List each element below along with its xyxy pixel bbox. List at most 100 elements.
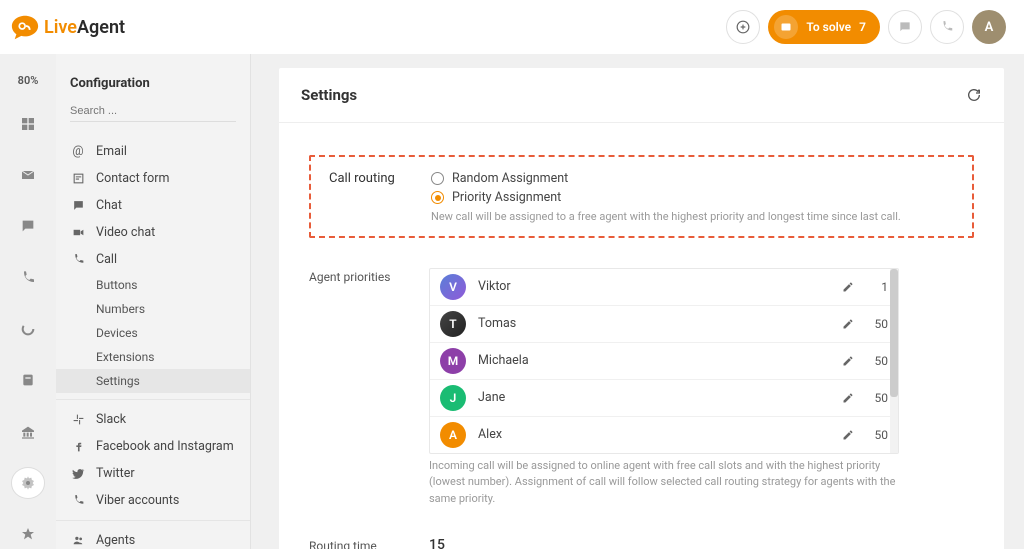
agent-avatar: T <box>440 311 466 337</box>
radio-priority[interactable]: Priority Assignment <box>431 190 901 205</box>
twitter-icon <box>70 467 86 480</box>
agent-name: Michaela <box>478 353 842 368</box>
add-button[interactable] <box>726 10 760 44</box>
agent-priorities-section: Agent priorities V Viktor 1 T Tomas 50 M Michae… <box>309 268 974 508</box>
content-area: Settings Call routing Random Assignment … <box>251 54 1024 549</box>
edit-icon[interactable] <box>842 392 854 404</box>
sidebar-label: Facebook and Instagram <box>96 439 234 454</box>
scrollbar[interactable] <box>890 269 898 453</box>
sidebar-label: Contact form <box>96 171 169 186</box>
viber-icon <box>70 494 86 507</box>
logo[interactable]: LiveAgent <box>10 13 125 41</box>
facebook-icon <box>70 440 86 453</box>
edit-icon[interactable] <box>842 281 854 293</box>
sidebar-item-call[interactable]: Call <box>56 246 250 273</box>
sidebar-label: Viber accounts <box>96 493 179 508</box>
nav-rail: 80% <box>0 54 56 549</box>
page-title: Settings <box>301 86 357 104</box>
agent-priority: 50 <box>864 317 888 331</box>
user-avatar[interactable]: A <box>972 10 1006 44</box>
slack-icon <box>70 413 86 426</box>
form-icon <box>70 172 86 185</box>
sidebar-title: Configuration <box>56 76 250 101</box>
sidebar-item-contact-form[interactable]: Contact form <box>56 165 250 192</box>
phone-icon <box>70 253 86 266</box>
agent-row[interactable]: T Tomas 50 <box>430 306 898 343</box>
at-icon: @ <box>70 144 86 159</box>
agent-name: Alex <box>478 427 842 442</box>
sidebar-sub-extensions[interactable]: Extensions <box>56 345 250 369</box>
phone-top-icon[interactable] <box>930 10 964 44</box>
agent-name: Tomas <box>478 316 842 331</box>
routing-time-value[interactable]: 15 <box>429 537 899 549</box>
logo-icon <box>10 13 40 41</box>
rail-settings-icon[interactable] <box>12 468 44 497</box>
agent-list: VViktor1TTomas50MMichaela50JJane50AAlex5… <box>429 268 899 454</box>
sidebar-label: Twitter <box>96 466 135 481</box>
sidebar-sub-label: Numbers <box>96 302 145 316</box>
agent-row[interactable]: MMichaela50 <box>430 343 898 380</box>
sidebar-sub-label: Devices <box>96 326 138 340</box>
rail-phone-icon[interactable] <box>12 263 44 292</box>
rail-contacts-icon[interactable] <box>12 366 44 395</box>
sidebar-label: Email <box>96 144 127 159</box>
sidebar-item-slack[interactable]: Slack <box>56 406 250 433</box>
rail-star-icon[interactable] <box>12 520 44 549</box>
sidebar-sub-devices[interactable]: Devices <box>56 321 250 345</box>
sidebar-label: Agents <box>96 533 135 548</box>
video-icon <box>70 226 86 239</box>
chat-top-icon[interactable] <box>888 10 922 44</box>
sidebar-item-facebook[interactable]: Facebook and Instagram <box>56 433 250 460</box>
agents-icon <box>70 534 86 547</box>
radio-icon <box>431 172 444 185</box>
agent-avatar: A <box>440 422 466 448</box>
sidebar-label: Call <box>96 252 117 267</box>
to-solve-button[interactable]: To solve 7 <box>768 10 880 44</box>
rail-bank-icon[interactable] <box>12 417 44 446</box>
config-sidebar: Configuration @ Email Contact form Chat … <box>56 54 251 549</box>
sidebar-sub-settings[interactable]: Settings <box>56 369 250 393</box>
edit-icon[interactable] <box>842 355 854 367</box>
sidebar-item-agents[interactable]: Agents <box>56 527 250 549</box>
chat-icon <box>70 199 86 212</box>
agent-row[interactable]: V Viktor 1 <box>430 269 898 306</box>
user-avatar-initial: A <box>985 20 994 35</box>
sidebar-sub-label: Buttons <box>96 278 138 292</box>
sidebar-label: Video chat <box>96 225 155 240</box>
agent-avatar: J <box>440 385 466 411</box>
agent-avatar: M <box>440 348 466 374</box>
agent-avatar: V <box>440 274 466 300</box>
sidebar-item-email[interactable]: @ Email <box>56 138 250 165</box>
rail-percent: 80% <box>18 74 39 87</box>
radio-label: Random Assignment <box>452 171 568 186</box>
refresh-button[interactable] <box>966 87 982 103</box>
agent-name: Viktor <box>478 279 842 294</box>
edit-icon[interactable] <box>842 318 854 330</box>
agent-priority: 50 <box>864 428 888 442</box>
edit-icon[interactable] <box>842 429 854 441</box>
sidebar-item-video-chat[interactable]: Video chat <box>56 219 250 246</box>
call-routing-helper: New call will be assigned to a free agen… <box>431 209 901 226</box>
sidebar-sub-numbers[interactable]: Numbers <box>56 297 250 321</box>
sidebar-item-viber[interactable]: Viber accounts <box>56 487 250 514</box>
agent-priorities-label: Agent priorities <box>309 268 429 508</box>
sidebar-item-chat[interactable]: Chat <box>56 192 250 219</box>
routing-time-section: Routing time 15 Number of seconds after … <box>309 537 974 549</box>
agent-priority: 1 <box>864 280 888 294</box>
sidebar-item-twitter[interactable]: Twitter <box>56 460 250 487</box>
rail-mail-icon[interactable] <box>12 160 44 189</box>
radio-icon <box>431 191 444 204</box>
agent-priorities-helper: Incoming call will be assigned to online… <box>429 458 899 508</box>
sidebar-sub-label: Settings <box>96 374 140 388</box>
rail-dashboard-icon[interactable] <box>12 109 44 138</box>
call-routing-label: Call routing <box>329 171 431 226</box>
sidebar-sub-buttons[interactable]: Buttons <box>56 273 250 297</box>
rail-chat-icon[interactable] <box>12 212 44 241</box>
agent-row[interactable]: A Alex 50 <box>430 417 898 453</box>
panel-body: Call routing Random Assignment Priority … <box>279 123 1004 549</box>
search-input[interactable] <box>70 101 236 122</box>
radio-random[interactable]: Random Assignment <box>431 171 901 186</box>
to-solve-count: 7 <box>859 20 866 34</box>
rail-loading-icon[interactable] <box>12 314 44 343</box>
agent-row[interactable]: JJane50 <box>430 380 898 417</box>
